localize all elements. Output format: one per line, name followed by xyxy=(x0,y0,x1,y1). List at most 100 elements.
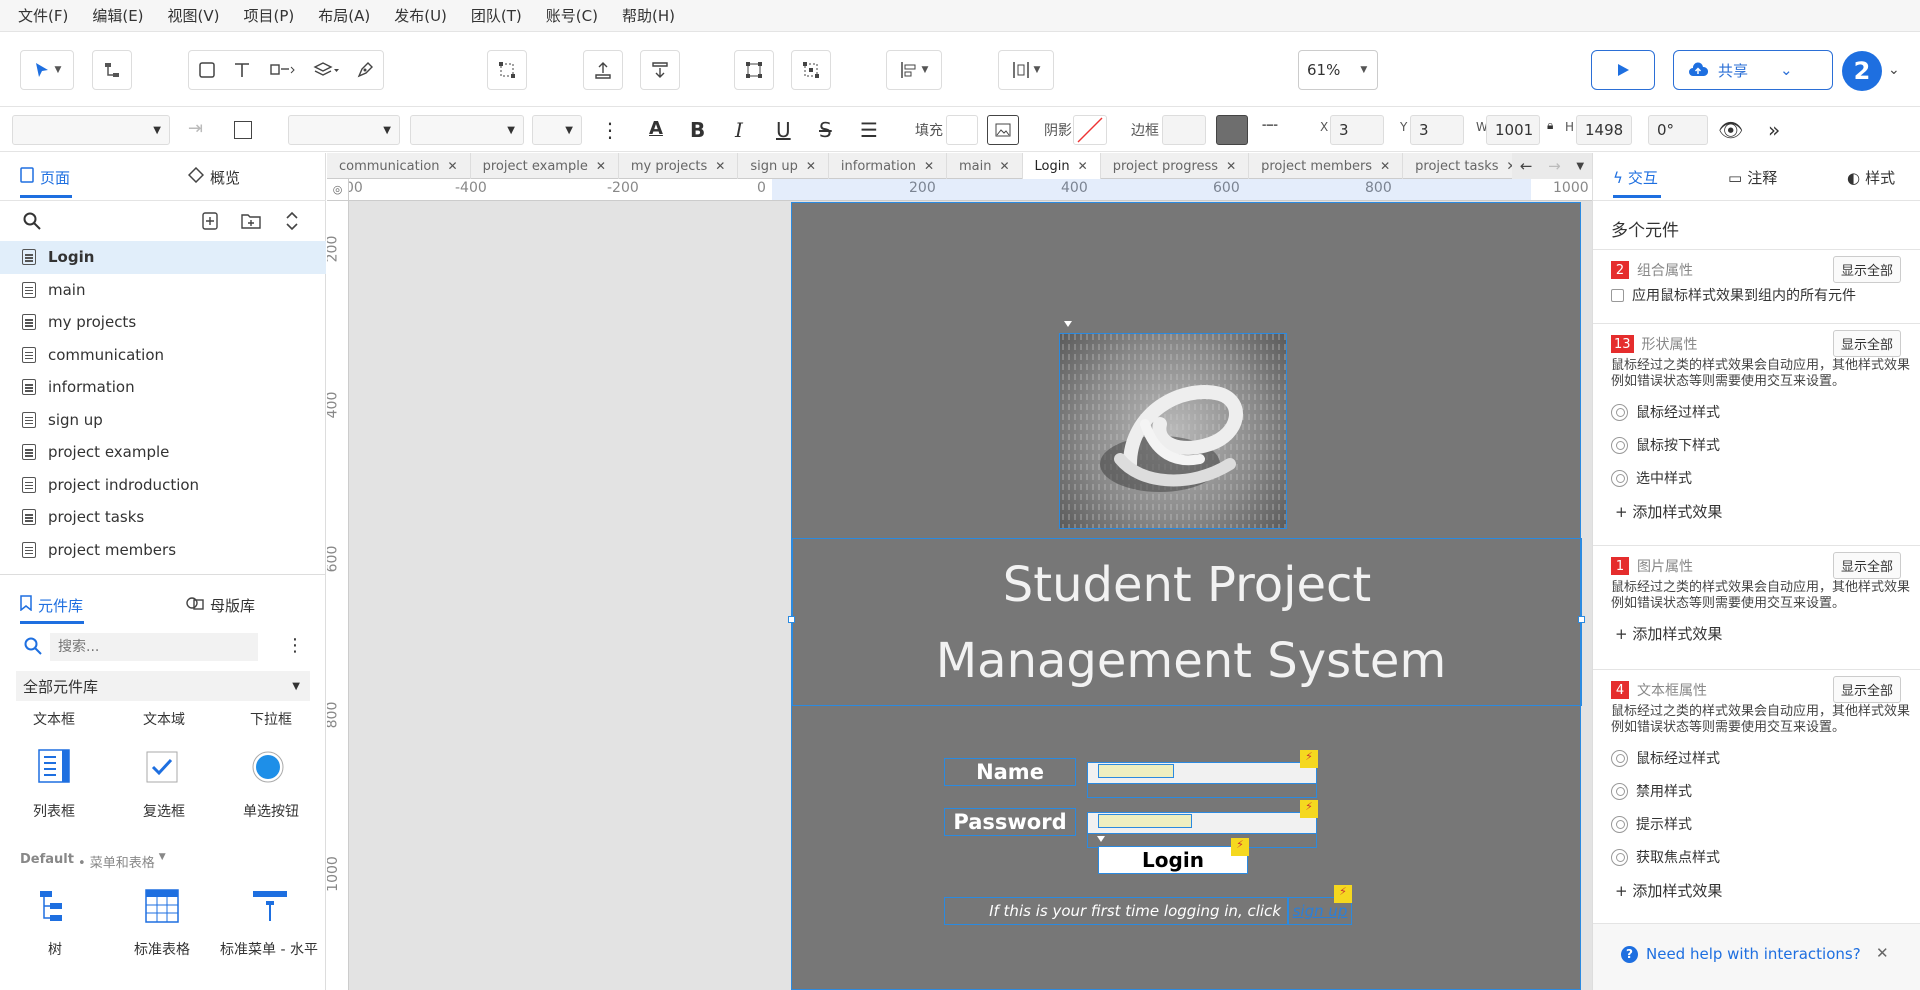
more-vertical-icon[interactable]: ⋮ xyxy=(600,118,620,142)
send-back-button[interactable] xyxy=(640,50,680,90)
tab-pages[interactable]: 页面 xyxy=(20,167,70,188)
border-width-field[interactable] xyxy=(1162,115,1206,145)
close-icon[interactable]: ✕ xyxy=(806,159,816,173)
page-item-project-introduction[interactable]: project indroduction xyxy=(0,469,326,502)
page-item-project-members[interactable]: project members xyxy=(0,534,326,567)
tab-style[interactable]: ◐ 样式 xyxy=(1847,167,1895,188)
list-icon[interactable]: ☰ xyxy=(860,118,878,142)
layers-icon[interactable] xyxy=(313,61,339,79)
hotspot-icon[interactable] xyxy=(269,61,295,79)
pen-icon[interactable] xyxy=(356,61,374,79)
preview-button[interactable] xyxy=(1591,50,1655,90)
add-style-effect-button[interactable]: + 添加样式效果 xyxy=(1615,623,1722,644)
rotation-field[interactable]: 0° xyxy=(1648,115,1708,145)
style-option[interactable]: 提示样式 xyxy=(1611,814,1692,834)
tab-information[interactable]: information ✕ xyxy=(829,153,947,179)
tab-sign-up[interactable]: sign up ✕ xyxy=(738,153,829,179)
transform-button[interactable] xyxy=(487,50,527,90)
resize-handle[interactable] xyxy=(788,616,795,623)
close-icon[interactable]: ✕ xyxy=(924,159,934,173)
collaborator-avatar[interactable]: 2 xyxy=(1842,51,1882,91)
page-item-project-tasks[interactable]: project tasks xyxy=(0,501,326,534)
widget-tree[interactable]: 树 xyxy=(48,939,62,959)
interaction-flag-icon[interactable]: ⚡ xyxy=(1334,885,1352,903)
table-icon[interactable] xyxy=(145,889,179,923)
style-option[interactable]: 获取焦点样式 xyxy=(1611,847,1720,867)
password-input[interactable] xyxy=(1087,812,1317,834)
share-button[interactable]: 共享 ⌄ xyxy=(1673,50,1833,90)
page-item-main[interactable]: main xyxy=(0,274,326,307)
arrow-left-icon[interactable]: ← xyxy=(1520,157,1533,175)
tab-notes[interactable]: ▭ 注释 xyxy=(1728,167,1777,188)
style-select[interactable]: ▼ xyxy=(12,115,170,145)
fill-image-button[interactable] xyxy=(987,115,1019,145)
close-icon[interactable]: ✕ xyxy=(1380,159,1390,173)
zoom-select[interactable]: 61% ▼ xyxy=(1298,50,1378,90)
add-folder-icon[interactable] xyxy=(241,212,261,230)
page-item-sign-up[interactable]: sign up xyxy=(0,404,326,437)
tab-project-members[interactable]: project members ✕ xyxy=(1249,153,1404,179)
menu-project[interactable]: 项目(P) xyxy=(232,5,307,26)
tab-project-example[interactable]: project example ✕ xyxy=(471,153,619,179)
share-chevron-icon[interactable]: ⌄ xyxy=(1780,61,1793,79)
connector-tool-button[interactable] xyxy=(92,50,132,90)
login-page-background[interactable]: Student Project Management System Name ⚡… xyxy=(788,202,1585,990)
show-all-button[interactable]: 显示全部 xyxy=(1832,552,1901,579)
apply-style-icon[interactable]: ⇥ xyxy=(188,118,203,139)
expand-collapse-icon[interactable] xyxy=(285,211,299,231)
text-icon[interactable] xyxy=(233,61,251,79)
y-field[interactable]: 3 xyxy=(1410,115,1464,145)
expand-more-icon[interactable]: » xyxy=(1768,118,1780,142)
menu-publish[interactable]: 发布(U) xyxy=(382,5,459,26)
close-icon[interactable]: ✕ xyxy=(999,159,1009,173)
interaction-flag-icon[interactable]: ⚡ xyxy=(1300,800,1318,818)
ruler-origin-icon[interactable]: ◎ xyxy=(327,179,349,201)
style-option[interactable]: 禁用样式 xyxy=(1611,781,1692,801)
listbox-icon[interactable] xyxy=(38,749,70,783)
menu-team[interactable]: 团队(T) xyxy=(459,5,534,26)
group-mouse-style-checkbox[interactable]: 应用鼠标样式效果到组内的所有元件 xyxy=(1611,285,1856,305)
avatar-chevron-icon[interactable]: ⌄ xyxy=(1888,62,1900,78)
close-icon[interactable]: ✕ xyxy=(1876,944,1889,962)
widget-dropdown[interactable]: 下拉框 xyxy=(250,709,292,729)
select-tool-button[interactable]: ▼ xyxy=(20,50,74,90)
page-item-information[interactable]: information xyxy=(0,371,326,404)
ungroup-button[interactable] xyxy=(791,50,831,90)
title-text[interactable]: Student Project Management System xyxy=(792,538,1582,706)
style-option[interactable]: 选中样式 xyxy=(1611,468,1692,488)
menu-view[interactable]: 视图(V) xyxy=(156,5,232,26)
interaction-flag-icon[interactable]: ⚡ xyxy=(1300,750,1318,768)
search-icon[interactable] xyxy=(23,212,41,230)
logo-image[interactable] xyxy=(1059,333,1287,529)
font-weight-select[interactable]: ▼ xyxy=(410,115,524,145)
menu-file[interactable]: 文件(F) xyxy=(6,5,80,26)
align-button[interactable]: ▼ xyxy=(886,50,942,90)
login-button[interactable]: Login xyxy=(1098,846,1248,874)
page-item-my-projects[interactable]: my projects xyxy=(0,306,326,339)
show-all-button[interactable]: 显示全部 xyxy=(1832,256,1901,283)
tab-communication[interactable]: communication ✕ xyxy=(327,153,471,179)
font-size-select[interactable]: ▼ xyxy=(532,115,582,145)
tab-login[interactable]: Login ✕ xyxy=(1022,153,1101,179)
font-family-select[interactable]: ▼ xyxy=(288,115,400,145)
page-item-login[interactable]: Login xyxy=(0,241,326,274)
horizontal-menu-icon[interactable] xyxy=(252,889,288,923)
rectangle-icon[interactable] xyxy=(198,61,216,79)
font-color-icon[interactable]: A xyxy=(649,118,663,139)
name-input[interactable] xyxy=(1087,762,1317,784)
style-option[interactable]: 鼠标经过样式 xyxy=(1611,402,1720,422)
library-select[interactable]: 全部元件库 ▼ xyxy=(16,671,310,701)
widget-textarea[interactable]: 文本域 xyxy=(143,709,185,729)
tab-project-progress[interactable]: project progress ✕ xyxy=(1101,153,1250,179)
checkbox-icon[interactable] xyxy=(146,751,178,783)
close-icon[interactable]: ✕ xyxy=(596,159,606,173)
distribute-button[interactable]: ▼ xyxy=(998,50,1054,90)
underline-icon[interactable]: U xyxy=(776,118,791,142)
page-item-communication[interactable]: communication xyxy=(0,339,326,372)
show-all-button[interactable]: 显示全部 xyxy=(1832,330,1901,357)
library-category[interactable]: Default • 菜单和表格 ▼ xyxy=(20,852,166,871)
add-style-effect-button[interactable]: + 添加样式效果 xyxy=(1615,501,1722,522)
tab-library[interactable]: 元件库 xyxy=(20,595,83,616)
tab-main[interactable]: main ✕ xyxy=(947,153,1023,179)
width-field[interactable]: 1001 xyxy=(1486,115,1540,145)
